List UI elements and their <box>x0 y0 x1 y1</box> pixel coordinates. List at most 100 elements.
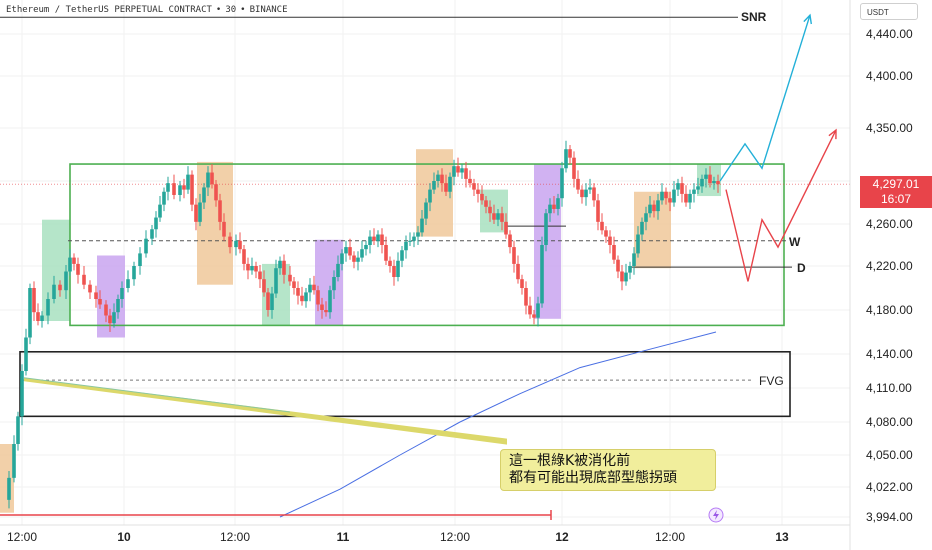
candle-body <box>696 186 700 190</box>
candle-body <box>32 288 36 313</box>
candle-body <box>496 213 500 220</box>
symbol-label: Ethereum / TetherUS PERPETUAL CONTRACT <box>6 5 212 15</box>
candle-body <box>296 288 300 296</box>
candle-body <box>238 240 242 250</box>
highlight-zone <box>315 239 343 326</box>
candle-body <box>444 183 448 192</box>
candle-body <box>292 281 296 288</box>
candle-body <box>144 238 148 254</box>
candle-body <box>210 172 214 185</box>
candle-body <box>664 191 668 199</box>
candle-body <box>500 213 504 222</box>
candle-body <box>274 268 278 294</box>
candle-body <box>716 181 720 185</box>
candle-body <box>632 253 636 266</box>
candle-body <box>532 314 536 318</box>
highlight-zone <box>0 444 14 513</box>
candle-body <box>672 189 676 203</box>
candle-body <box>364 245 368 250</box>
candle-body <box>158 204 162 218</box>
candle-body <box>644 213 648 222</box>
candle-body <box>360 249 364 258</box>
bullish-projection-path <box>719 14 811 182</box>
y-tick-label: 4,050.00 <box>866 448 913 462</box>
candle-body <box>222 221 226 237</box>
candle-body <box>612 245 616 260</box>
candle-body <box>356 257 360 262</box>
candle-body <box>704 174 708 179</box>
candle-body <box>396 260 400 277</box>
candle-body <box>484 200 488 207</box>
candle-body <box>132 266 136 280</box>
candle-body <box>416 232 420 237</box>
candle-body <box>468 178 472 184</box>
candle-body <box>452 166 456 177</box>
candle-body <box>556 198 560 209</box>
candle-body <box>352 255 356 262</box>
candle-body <box>320 304 324 310</box>
candle-body <box>708 174 712 184</box>
candle-body <box>480 193 484 201</box>
candle-body <box>36 312 40 321</box>
candle-body <box>408 240 412 242</box>
candle-body <box>198 202 202 222</box>
candle-body <box>588 187 592 190</box>
candle-body <box>254 266 258 272</box>
candle-body <box>218 200 222 222</box>
candle-body <box>76 263 80 275</box>
fvg-box <box>19 350 791 418</box>
candle-body <box>40 315 44 321</box>
candle-body <box>98 299 102 305</box>
candle-body <box>324 310 328 313</box>
highlight-zone <box>634 191 671 269</box>
candle-body <box>700 178 704 187</box>
candle-body <box>166 183 170 192</box>
candle-body <box>608 236 612 245</box>
candle-body <box>688 193 692 203</box>
candle-body <box>234 240 238 248</box>
candle-body <box>476 189 480 194</box>
interval-label: 30 <box>225 5 237 15</box>
candle-body <box>112 312 116 324</box>
candle-body <box>242 249 246 264</box>
candle-body <box>512 247 516 264</box>
candle-body <box>228 236 232 248</box>
candle-body <box>190 174 194 205</box>
candle-body <box>584 189 588 198</box>
candle-body <box>304 292 308 302</box>
candle-body <box>262 279 266 293</box>
candle-body <box>528 305 532 315</box>
candle-body <box>316 290 320 305</box>
candle-body <box>328 290 332 313</box>
candle-body <box>300 295 304 302</box>
trend-line <box>23 377 291 413</box>
candle-body <box>312 284 316 291</box>
candle-body <box>616 259 620 272</box>
callout-note[interactable]: 這一根綠K被消化前 都有可能出現底部型態拐頭 <box>500 449 716 491</box>
candle-body <box>214 184 218 201</box>
candle-body <box>340 253 344 264</box>
x-tick-label: 12:00 <box>655 530 685 544</box>
candle-body <box>660 191 664 201</box>
candle-body <box>138 253 142 266</box>
candle-body <box>472 183 476 190</box>
candle-body <box>88 284 92 293</box>
candle-body <box>154 217 158 230</box>
candle-body <box>246 263 250 271</box>
candle-body <box>676 183 680 190</box>
candle-body <box>652 204 656 212</box>
bearish-projection-path <box>725 129 837 282</box>
candle-body <box>412 236 416 241</box>
candle-body <box>548 204 552 214</box>
candle-body <box>46 299 50 316</box>
candle-body <box>172 183 176 195</box>
w-label: W <box>789 235 801 249</box>
price-chart[interactable]: SNR WD FVG 3,994.00 4,022.00 4,050.00 4,080.0… <box>0 0 932 550</box>
candle-body <box>516 263 520 280</box>
candle-body <box>504 221 508 235</box>
currency-unit-button[interactable]: USDT <box>860 3 918 20</box>
y-tick-label: 4,350.00 <box>866 121 913 135</box>
candle-body <box>648 204 652 214</box>
candle-body <box>94 292 98 299</box>
fvg-label: FVG <box>759 374 784 388</box>
